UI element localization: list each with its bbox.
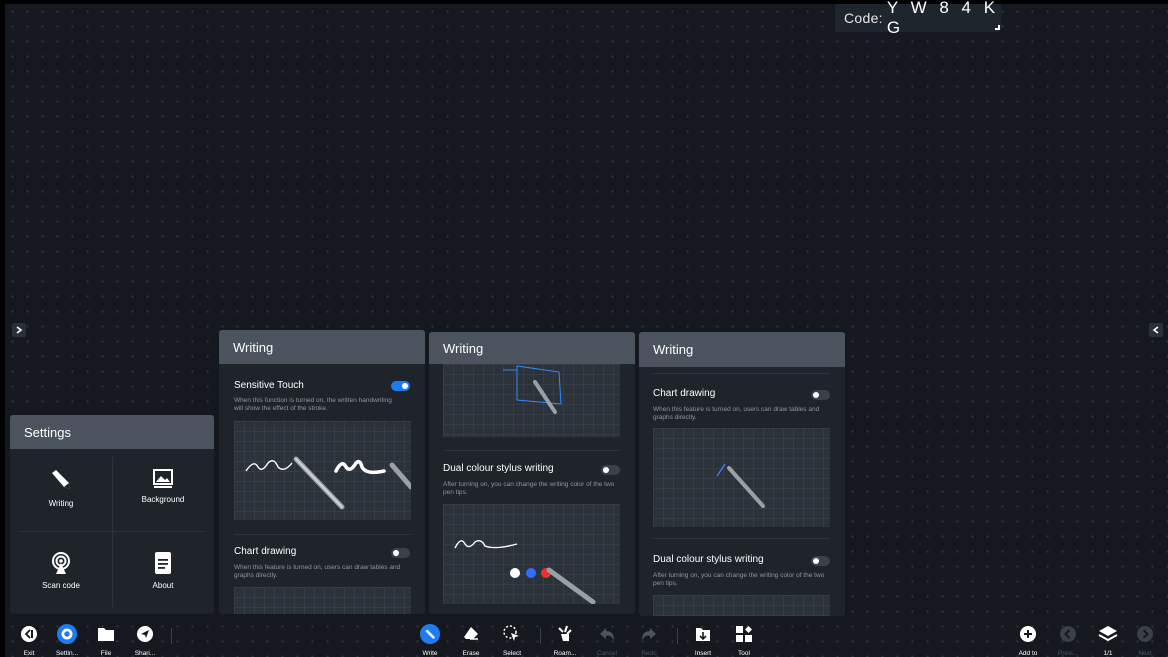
folder-icon — [98, 628, 114, 641]
settings-writing-item[interactable]: Writing — [10, 467, 112, 508]
layers-icon — [1098, 626, 1118, 642]
writing-panel-1: Writing Sensitive Touch When this functi… — [219, 330, 425, 614]
settings-label: Settin... — [55, 650, 79, 657]
next-page-button[interactable]: Next — [1125, 618, 1165, 657]
roam-button[interactable]: Roam... — [545, 618, 585, 657]
bottom-toolbar: Exit Settin... File Shari... Write Erase… — [5, 618, 1168, 657]
select-button[interactable]: Select — [492, 618, 532, 657]
resize-corner-icon[interactable] — [995, 25, 1000, 30]
dual-colour-desc-3: After turning on, you can change the wri… — [653, 572, 825, 587]
dual-colour-preview-3 — [653, 595, 830, 616]
select-icon — [503, 625, 519, 641]
redo-button[interactable]: Redo — [629, 618, 669, 657]
writing-panel-2: Writing Dual colour stylus writing After… — [429, 332, 635, 614]
insert-button[interactable]: Insert — [683, 618, 723, 657]
dual-colour-toggle-3[interactable] — [811, 556, 830, 566]
settings-background-label: Background — [141, 495, 185, 504]
erase-button[interactable]: Erase — [451, 618, 491, 657]
dual-colour-toggle-2[interactable] — [601, 465, 620, 475]
settings-about-label: About — [152, 581, 174, 590]
share-icon — [137, 626, 153, 642]
chart-drawing-preview-3 — [653, 428, 830, 527]
share-label: Shari... — [134, 650, 156, 657]
roam-icon — [558, 625, 572, 641]
image-icon — [153, 469, 173, 488]
insert-icon — [696, 628, 710, 641]
chart-drawing-toggle-3[interactable] — [811, 390, 830, 400]
share-code-value: Y W 8 4 K G — [886, 0, 1000, 37]
writing-panel-3-title: Writing — [639, 332, 845, 367]
expand-right-arrow-button[interactable] — [1149, 323, 1163, 337]
add-page-button[interactable]: Add to — [1008, 618, 1048, 657]
tool-icon — [736, 626, 752, 642]
settings-about-item[interactable]: About — [112, 551, 214, 590]
file-button[interactable]: File — [86, 618, 126, 657]
settings-scan-code-label: Scan code — [42, 581, 80, 590]
redo-label: Redo — [641, 650, 657, 657]
writing-panel-2-title: Writing — [429, 332, 635, 364]
redo-icon — [642, 628, 656, 640]
page-count-label: 1/1 — [1103, 650, 1113, 657]
tool-button[interactable]: Tool — [724, 618, 764, 657]
chart-drawing-desc-3: When this feature is turned on, users ca… — [653, 406, 820, 421]
dual-colour-preview-2 — [443, 504, 620, 604]
share-code-label: Code: — [844, 10, 883, 26]
sensitive-touch-desc: When this function is turned on, the wri… — [234, 397, 392, 412]
expand-left-arrow-button[interactable] — [12, 323, 26, 337]
insert-label: Insert — [694, 650, 712, 657]
chart-drawing-title-1: Chart drawing — [234, 546, 297, 557]
cancel-button[interactable]: Cancel — [587, 618, 627, 657]
share-code-box: Code: Y W 8 4 K G — [835, 0, 1001, 37]
eraser-icon — [464, 627, 478, 640]
dual-colour-desc-2: After turning on, you can change the wri… — [443, 481, 615, 496]
file-label: File — [100, 650, 112, 657]
settings-background-item[interactable]: Background — [112, 467, 214, 504]
writing-panel-3: Writing Chart drawing When this feature … — [639, 332, 845, 616]
exit-icon — [21, 626, 37, 642]
share-button[interactable]: Shari... — [125, 618, 165, 657]
broadcast-icon — [52, 552, 70, 574]
exit-button[interactable]: Exit — [9, 618, 49, 657]
chart-drawing-preview-1 — [234, 587, 411, 614]
settings-scan-code-item[interactable]: Scan code — [10, 551, 112, 590]
settings-panel-title: Settings — [10, 415, 214, 449]
settings-panel: Settings Writing Background Scan code Ab… — [10, 415, 214, 614]
settings-button[interactable]: Settin... — [47, 618, 87, 657]
erase-label: Erase — [462, 650, 480, 657]
exit-label: Exit — [23, 650, 35, 657]
chart-drawing-title-3: Chart drawing — [653, 388, 716, 399]
chart-drawing-preview-2 — [443, 364, 620, 437]
pen-icon — [52, 470, 70, 489]
sensitive-touch-preview — [234, 421, 411, 520]
pen-icon — [420, 624, 440, 644]
chevron-right-icon — [16, 326, 23, 334]
undo-icon — [600, 628, 614, 640]
chevron-left-icon — [1152, 326, 1159, 334]
document-icon — [155, 552, 171, 574]
write-button[interactable]: Write — [410, 618, 450, 657]
dual-colour-title-3: Dual colour stylus writing — [653, 554, 764, 565]
write-label: Write — [422, 650, 438, 657]
settings-writing-label: Writing — [48, 499, 74, 508]
chart-drawing-desc-1: When this feature is turned on, users ca… — [234, 564, 401, 579]
select-label: Select — [502, 650, 522, 657]
writing-panel-1-title: Writing — [219, 330, 425, 364]
next-page-label: Next — [1138, 650, 1152, 657]
add-icon — [1020, 626, 1036, 642]
dual-colour-title-2: Dual colour stylus writing — [443, 463, 554, 474]
sensitive-touch-title: Sensitive Touch — [234, 380, 304, 391]
roam-label: Roam... — [553, 650, 577, 657]
prev-icon — [1060, 626, 1076, 642]
page-list-button[interactable]: 1/1 — [1088, 618, 1128, 657]
settings-icon — [57, 624, 77, 644]
cancel-label: Cancel — [596, 650, 618, 657]
next-icon — [1137, 626, 1153, 642]
chart-drawing-toggle-1[interactable] — [391, 548, 410, 558]
sensitive-touch-toggle[interactable] — [391, 381, 410, 391]
previous-page-button[interactable]: Previ... — [1048, 618, 1088, 657]
tool-label: Tool — [738, 650, 750, 657]
add-page-label: Add to — [1018, 650, 1038, 657]
previous-page-label: Previ... — [1057, 650, 1079, 657]
